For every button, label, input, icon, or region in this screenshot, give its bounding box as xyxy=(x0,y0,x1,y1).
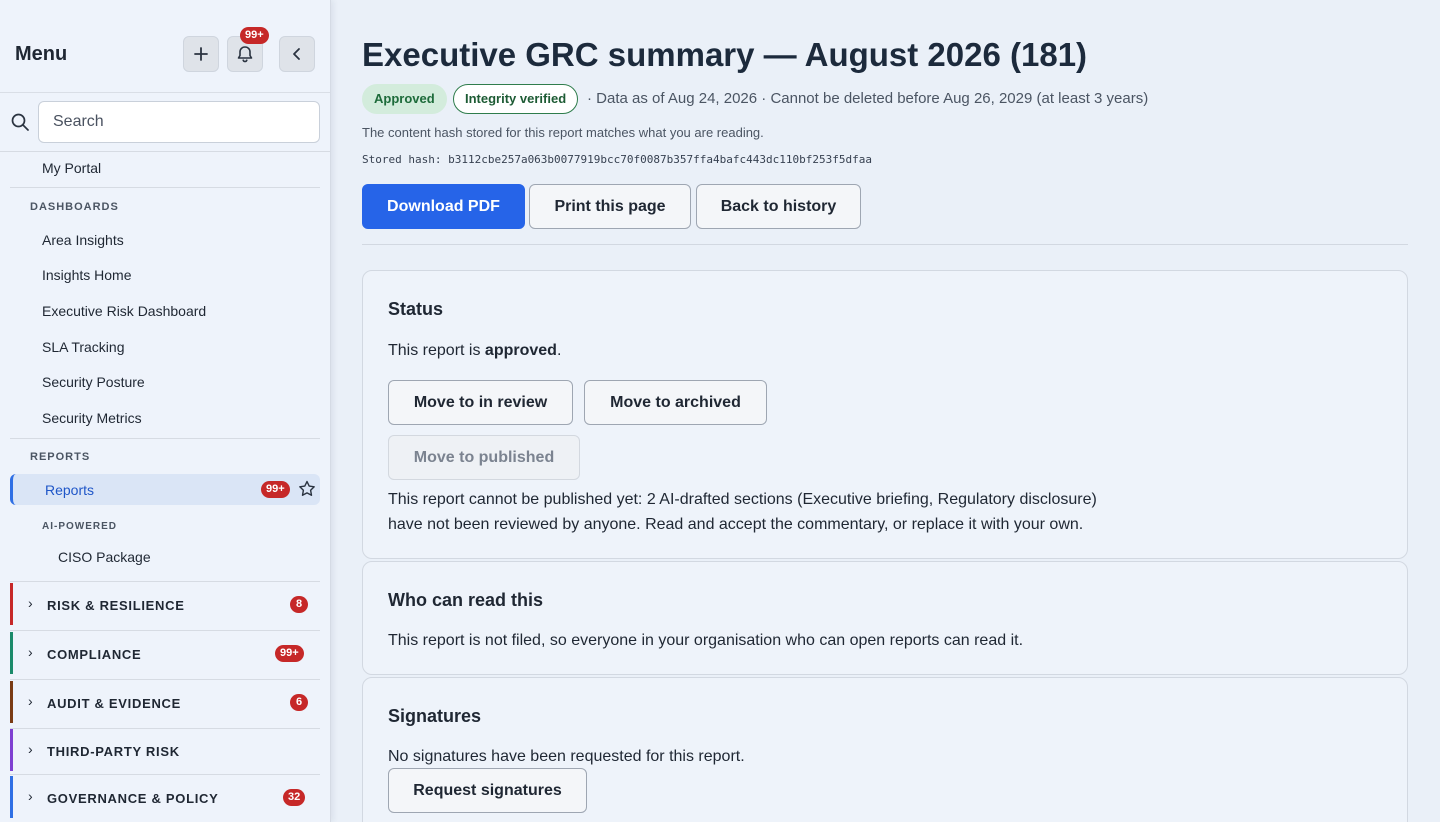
chevron-right-icon: › xyxy=(28,788,33,804)
section-label-ai-powered: AI-POWERED xyxy=(42,521,117,532)
hash-note: The content hash stored for this report … xyxy=(362,125,764,140)
nav-group-compliance[interactable]: › COMPLIANCE 99+ xyxy=(10,632,320,674)
section-label-dashboards: DASHBOARDS xyxy=(30,201,119,213)
group-color-bar xyxy=(10,776,13,818)
chevron-right-icon: › xyxy=(28,644,33,660)
bell-icon xyxy=(237,46,253,63)
divider xyxy=(10,581,320,582)
group-color-bar xyxy=(10,729,13,771)
group-label: AUDIT & EVIDENCE xyxy=(47,696,181,711)
group-label: THIRD-PARTY RISK xyxy=(47,744,180,759)
sidebar-item-area-insights[interactable]: Area Insights xyxy=(42,232,124,248)
nav-group-risk-resilience[interactable]: › RISK & RESILIENCE 8 xyxy=(10,583,320,625)
sidebar: Menu 99+ My Portal DASHBOARDS Area Insig… xyxy=(0,0,331,822)
search-input[interactable] xyxy=(38,101,320,143)
card-title: Signatures xyxy=(388,706,482,726)
card-title: Who can read this xyxy=(388,590,544,610)
group-label: COMPLIANCE xyxy=(47,647,142,662)
chevron-right-icon: › xyxy=(28,595,33,611)
integrity-badge: Integrity verified xyxy=(453,84,579,114)
request-signatures-button[interactable]: Request signatures xyxy=(388,768,587,813)
sidebar-item-insights-home[interactable]: Insights Home xyxy=(42,267,131,283)
sidebar-item-executive-risk-dashboard[interactable]: Executive Risk Dashboard xyxy=(42,303,206,319)
publish-warning-line-1: This report cannot be published yet: 2 A… xyxy=(388,491,1097,508)
group-label: RISK & RESILIENCE xyxy=(47,598,185,613)
chevron-right-icon: › xyxy=(28,741,33,757)
divider xyxy=(10,630,320,631)
page-title: Executive GRC summary — August 2026 (181… xyxy=(362,36,1088,73)
signatures-text: No signatures have been requested for th… xyxy=(388,748,745,765)
sidebar-item-ciso-package[interactable]: CISO Package xyxy=(58,549,151,565)
divider xyxy=(10,187,320,188)
nav-group-audit-evidence[interactable]: › AUDIT & EVIDENCE 6 xyxy=(10,681,320,723)
reports-badge: 99+ xyxy=(261,481,290,498)
add-button[interactable] xyxy=(183,36,219,72)
status-badge: Approved xyxy=(362,84,447,114)
main-content: Executive GRC summary — August 2026 (181… xyxy=(331,0,1440,822)
status-card: Status This report is approved. Move to … xyxy=(362,270,1408,559)
divider xyxy=(362,244,1408,245)
report-meta: · Data as of Aug 24, 2026 · Cannot be de… xyxy=(587,90,1149,107)
collapse-sidebar-button[interactable] xyxy=(279,36,315,72)
sidebar-item-sla-tracking[interactable]: SLA Tracking xyxy=(42,339,125,355)
nav-group-third-party-risk[interactable]: › THIRD-PARTY RISK xyxy=(10,729,320,771)
move-to-in-review-button[interactable]: Move to in review xyxy=(388,380,573,425)
sidebar-item-reports[interactable]: Reports 99+ xyxy=(10,474,320,505)
card-title: Status xyxy=(388,299,444,319)
who-can-read-card: Who can read this This report is not fil… xyxy=(362,561,1408,675)
group-badge: 6 xyxy=(290,694,308,711)
stored-hash: Stored hash: b3112cbe257a063b0077919bcc7… xyxy=(362,153,872,166)
group-color-bar xyxy=(10,583,13,625)
publish-warning-line-2: have not been reviewed by anyone. Read a… xyxy=(388,516,1084,533)
back-to-history-button[interactable]: Back to history xyxy=(696,184,861,229)
nav-group-governance-policy[interactable]: › GOVERNANCE & POLICY 32 xyxy=(10,776,320,818)
chevron-left-icon xyxy=(293,48,300,60)
status-text-suffix: . xyxy=(556,342,562,359)
group-label: GOVERNANCE & POLICY xyxy=(47,791,219,806)
status-text-prefix: This report is xyxy=(388,342,485,359)
read-access-text: This report is not filed, so everyone in… xyxy=(388,632,1024,649)
sidebar-title: Menu xyxy=(15,43,68,65)
status-text: This report is approved. xyxy=(388,338,561,363)
signatures-card: Signatures No signatures have been reque… xyxy=(362,677,1408,822)
sidebar-item-security-metrics[interactable]: Security Metrics xyxy=(42,410,142,426)
chevron-right-icon: › xyxy=(28,693,33,709)
star-icon[interactable] xyxy=(297,479,317,499)
group-color-bar xyxy=(10,632,13,674)
divider xyxy=(10,679,320,680)
divider xyxy=(10,774,320,775)
section-label-reports: REPORTS xyxy=(30,451,91,463)
move-to-archived-button[interactable]: Move to archived xyxy=(584,380,767,425)
group-badge: 99+ xyxy=(275,645,304,662)
search-icon xyxy=(11,113,29,131)
sidebar-item-security-posture[interactable]: Security Posture xyxy=(42,374,145,390)
group-badge: 32 xyxy=(283,789,306,806)
sidebar-item-label: Reports xyxy=(45,482,95,498)
sidebar-header: Menu 99+ xyxy=(0,0,330,93)
print-page-button[interactable]: Print this page xyxy=(529,184,691,229)
sidebar-item-my-portal[interactable]: My Portal xyxy=(42,160,101,176)
group-badge: 8 xyxy=(290,596,308,613)
plus-icon xyxy=(194,47,208,61)
notifications-badge: 99+ xyxy=(240,27,269,44)
divider xyxy=(0,151,330,152)
download-pdf-button[interactable]: Download PDF xyxy=(362,184,525,229)
divider xyxy=(10,438,320,439)
group-color-bar xyxy=(10,681,13,723)
move-to-published-button: Move to published xyxy=(388,435,580,480)
status-value: approved xyxy=(484,342,557,359)
